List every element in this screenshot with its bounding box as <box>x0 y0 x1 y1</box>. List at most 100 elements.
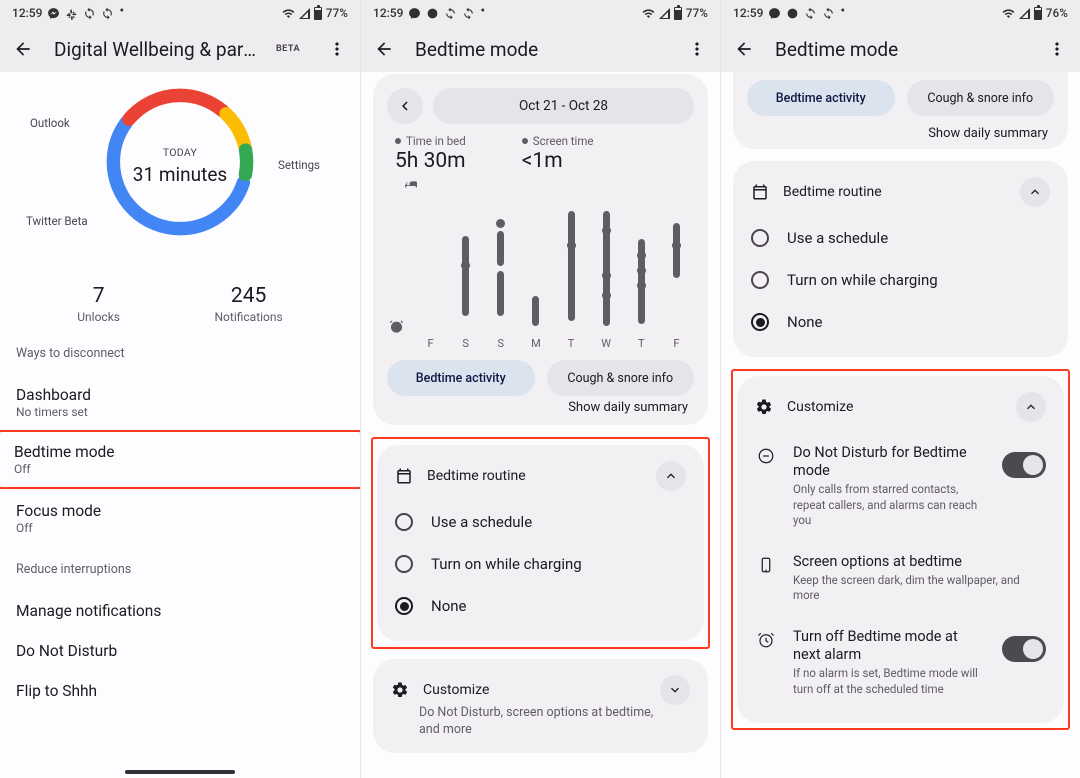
day-label: M <box>531 337 541 350</box>
tab-cough-snore[interactable]: Cough & snore info <box>907 80 1055 116</box>
nav-pill[interactable] <box>125 770 235 774</box>
calendar-icon <box>395 467 413 485</box>
notifications-label: Notifications <box>215 310 283 324</box>
item-bedtime-mode[interactable]: Bedtime mode Off <box>0 430 360 489</box>
customize-card-collapsed[interactable]: Customize Do Not Disturb, screen options… <box>373 659 708 753</box>
page-title: Bedtime mode <box>775 38 1026 61</box>
back-button[interactable] <box>731 36 757 62</box>
option-use-schedule[interactable]: Use a schedule <box>391 501 690 543</box>
legend-time-in-bed: Time in bed 5h 30m <box>395 134 466 194</box>
content: Bedtime activity Cough & snore info Show… <box>721 72 1080 778</box>
option-label: Turn on while charging <box>431 555 582 573</box>
dnd-icon <box>755 444 777 465</box>
option-title: Screen options at bedtime <box>793 553 1046 571</box>
item-focus-mode[interactable]: Focus mode Off <box>0 491 360 546</box>
tab-label: Bedtime activity <box>776 91 866 106</box>
option-screen-bedtime[interactable]: Screen options at bedtime Keep the scree… <box>751 541 1050 616</box>
back-button[interactable] <box>371 36 397 62</box>
highlight-customize: Customize Do Not Disturb for Bedtime mod… <box>731 369 1070 730</box>
sync-icon-1 <box>444 7 457 20</box>
tab-cough-snore[interactable]: Cough & snore info <box>547 360 695 396</box>
unlocks-stat[interactable]: 7 Unlocks <box>77 284 120 324</box>
option-turn-off-next-alarm[interactable]: Turn off Bedtime mode at next alarm If n… <box>751 616 1050 709</box>
dnd-toggle[interactable] <box>1002 452 1046 478</box>
page-title: Digital Wellbeing & pare… <box>54 38 258 61</box>
more-dot: • <box>119 4 124 19</box>
back-button[interactable] <box>10 36 36 62</box>
more-button[interactable] <box>324 36 350 62</box>
option-use-schedule[interactable]: Use a schedule <box>747 217 1054 259</box>
date-range-text: Oct 21 - Oct 28 <box>519 98 608 114</box>
item-dashboard-sub: No timers set <box>16 405 344 419</box>
calendar-icon <box>751 183 769 201</box>
option-subtitle: Keep the screen dark, dim the wallpaper,… <box>793 573 1046 604</box>
radio-icon <box>395 513 413 531</box>
option-while-charging[interactable]: Turn on while charging <box>747 259 1054 301</box>
routine-header[interactable]: Bedtime routine <box>391 459 690 501</box>
content: TODAY 31 minutes Outlook Settings Twitte… <box>0 72 360 778</box>
item-dashboard[interactable]: Dashboard No timers set <box>0 375 360 430</box>
day-label: W <box>601 337 611 350</box>
collapse-button[interactable] <box>656 461 686 491</box>
status-bar: 12:59 • 77% <box>361 0 720 26</box>
option-subtitle: If no alarm is set, Bedtime mode will tu… <box>793 666 986 697</box>
section-disconnect: Ways to disconnect <box>0 346 360 375</box>
item-bedtime-sub: Off <box>14 462 344 476</box>
phone-2: 12:59 • 77% Bedtime mode Oct 21 - Oct 28 <box>360 0 720 778</box>
more-button[interactable] <box>684 36 710 62</box>
notifications-stat[interactable]: 245 Notifications <box>215 284 283 324</box>
routine-title: Bedtime routine <box>783 184 1006 200</box>
collapse-button[interactable] <box>1020 177 1050 207</box>
option-while-charging[interactable]: Turn on while charging <box>391 543 690 585</box>
wifi-icon <box>282 7 295 20</box>
option-none[interactable]: None <box>391 585 690 627</box>
expand-button[interactable] <box>660 675 690 705</box>
sync-icon-2 <box>101 7 114 20</box>
bedtime-chart[interactable]: F S S M T W T F <box>413 200 694 350</box>
radio-icon <box>395 555 413 573</box>
donut-label-settings: Settings <box>278 158 320 172</box>
option-label: Use a schedule <box>431 513 532 531</box>
tab-label: Bedtime activity <box>416 371 506 386</box>
content: Oct 21 - Oct 28 Time in bed 5h 30m Scree… <box>361 72 720 778</box>
page-title: Bedtime mode <box>415 38 666 61</box>
prev-week-button[interactable] <box>387 88 423 124</box>
status-bar: 12:59 • 76% <box>721 0 1080 26</box>
show-daily-summary-link[interactable]: Show daily summary <box>747 116 1054 143</box>
activity-card: Oct 21 - Oct 28 Time in bed 5h 30m Scree… <box>373 74 708 425</box>
tab-bedtime-activity[interactable]: Bedtime activity <box>747 80 895 116</box>
alarm-toggle[interactable] <box>1002 636 1046 662</box>
battery-icon <box>314 7 322 20</box>
customize-card: Customize Do Not Disturb for Bedtime mod… <box>737 376 1064 723</box>
routine-title: Bedtime routine <box>427 468 642 484</box>
legend-screen-time: Screen time <1m <box>522 134 594 194</box>
usage-donut[interactable]: TODAY 31 minutes Outlook Settings Twitte… <box>0 78 360 268</box>
option-none[interactable]: None <box>747 301 1054 343</box>
option-dnd-bedtime[interactable]: Do Not Disturb for Bedtime mode Only cal… <box>751 432 1050 541</box>
date-range-chip[interactable]: Oct 21 - Oct 28 <box>433 88 694 124</box>
option-title: Do Not Disturb for Bedtime mode <box>793 444 986 480</box>
routine-header[interactable]: Bedtime routine <box>747 175 1054 217</box>
more-button[interactable] <box>1044 36 1070 62</box>
messenger-icon <box>768 7 781 20</box>
show-daily-summary-link[interactable]: Show daily summary <box>387 396 694 417</box>
item-flip-label: Flip to Shhh <box>16 682 344 700</box>
item-manage-notifications[interactable]: Manage notifications <box>0 591 360 631</box>
tab-label: Cough & snore info <box>927 91 1033 106</box>
item-flip-to-shhh[interactable]: Flip to Shhh <box>0 671 360 711</box>
dot-icon <box>395 138 401 144</box>
sync-icon-1 <box>83 7 96 20</box>
option-label: None <box>431 597 467 615</box>
donut-label-twitter: Twitter Beta <box>26 214 88 228</box>
tab-bedtime-activity[interactable]: Bedtime activity <box>387 360 535 396</box>
sync-icon-2 <box>822 7 835 20</box>
slack-icon <box>65 7 78 20</box>
wifi-icon <box>642 7 655 20</box>
customize-header[interactable]: Customize <box>751 390 1050 432</box>
item-focus-sub: Off <box>16 521 344 535</box>
wifi-icon <box>1002 7 1015 20</box>
option-subtitle: Only calls from starred contacts, repeat… <box>793 482 986 529</box>
collapse-button[interactable] <box>1016 392 1046 422</box>
item-do-not-disturb[interactable]: Do Not Disturb <box>0 631 360 671</box>
app-bar: Bedtime mode <box>361 26 720 72</box>
